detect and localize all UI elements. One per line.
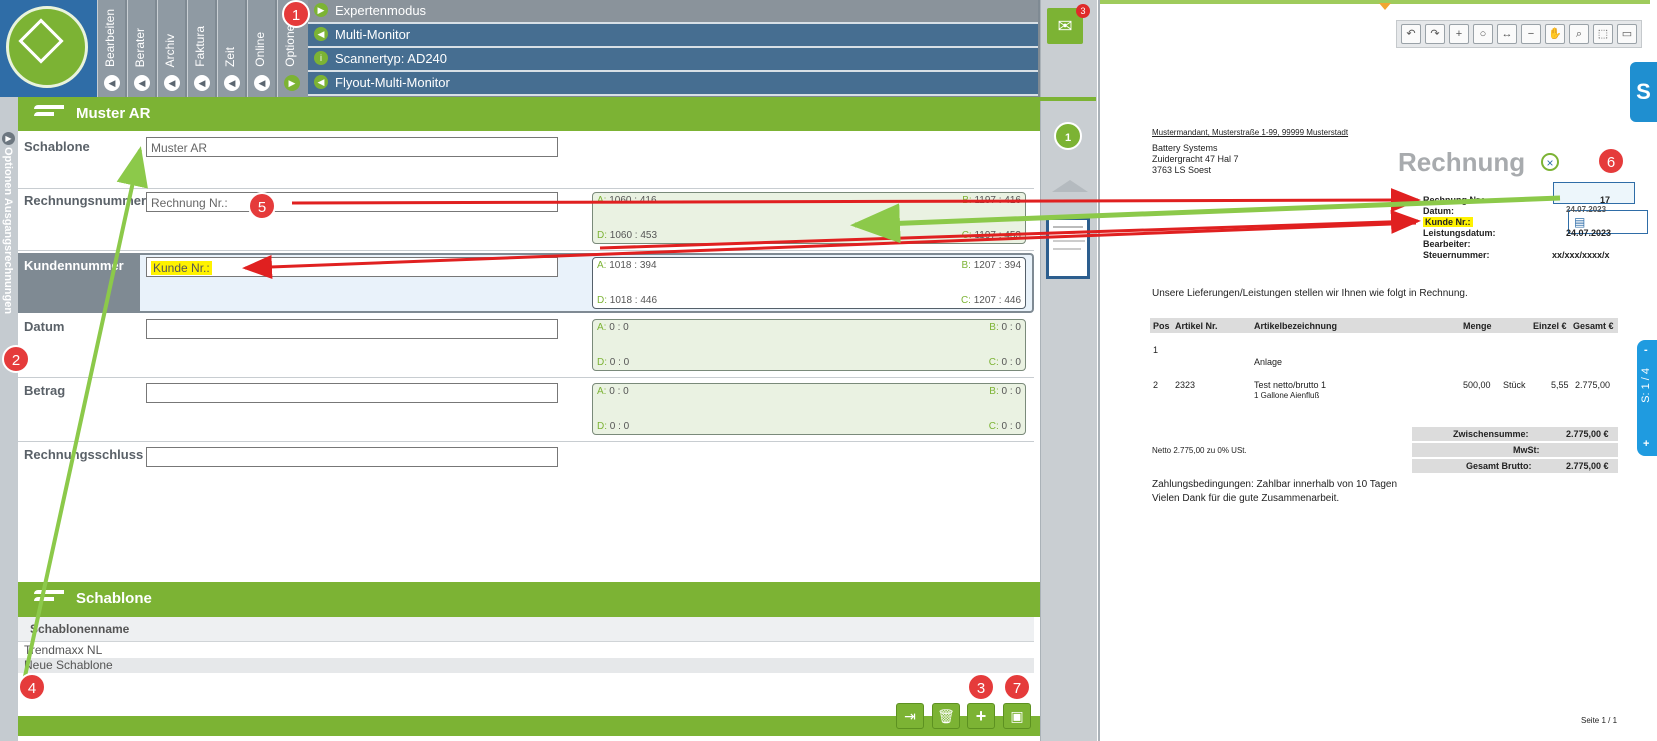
green-arrow: [20, 146, 148, 691]
red-arrow: [242, 221, 1417, 279]
annotation-badge: 5: [248, 192, 276, 220]
annotation-badge: 2: [2, 345, 30, 373]
annotation-badge: 7: [1003, 673, 1031, 701]
red-arrow: [599, 209, 1421, 250]
red-arrow: [291, 188, 1421, 213]
annotation-badge: 1: [282, 0, 310, 28]
annotation-arrows: [20, 146, 1561, 691]
annotation-badge: 4: [18, 673, 46, 701]
annotation-badge: 3: [967, 673, 995, 701]
annotation-badge: 6: [1597, 147, 1625, 175]
